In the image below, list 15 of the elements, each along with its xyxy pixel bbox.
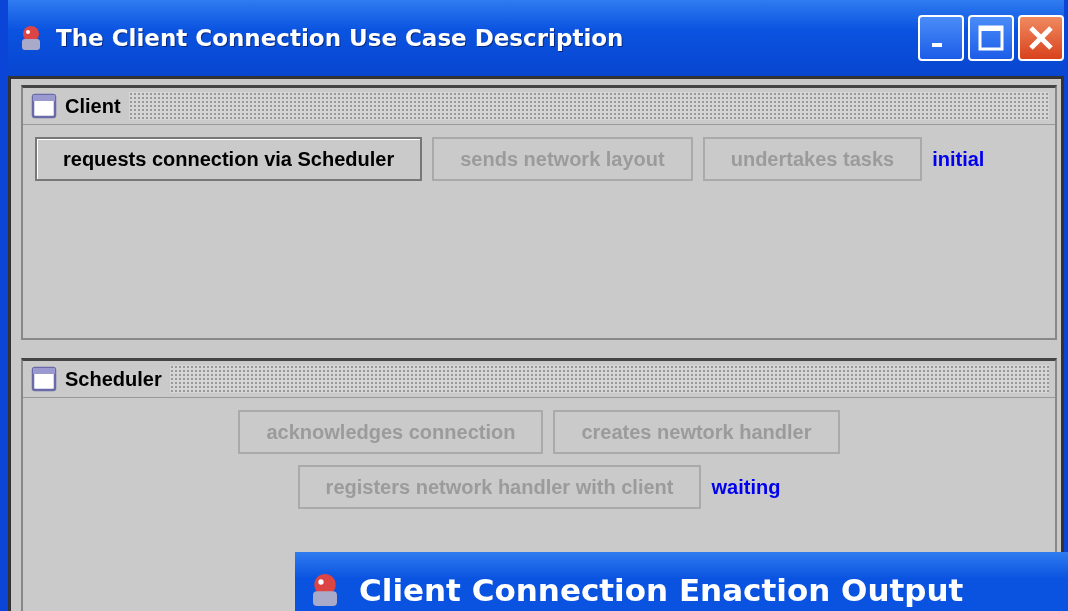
window-title: Client Connection Enaction Output bbox=[359, 571, 964, 608]
action-button[interactable]: requests connection via Scheduler bbox=[35, 137, 423, 181]
maximize-button[interactable] bbox=[968, 15, 1014, 61]
window-icon bbox=[31, 93, 57, 119]
frame-title: Client bbox=[65, 94, 121, 118]
minimize-button[interactable] bbox=[918, 15, 964, 61]
status-label: initial bbox=[932, 147, 985, 171]
status-label: waiting bbox=[711, 475, 781, 499]
maximize-icon bbox=[978, 25, 1004, 51]
minimize-icon bbox=[932, 43, 942, 47]
window-icon bbox=[31, 366, 57, 392]
frame-title: Scheduler bbox=[65, 367, 162, 391]
close-icon bbox=[1028, 25, 1054, 51]
close-button[interactable] bbox=[1018, 15, 1064, 61]
window-title: The Client Connection Use Case Description bbox=[56, 25, 624, 51]
